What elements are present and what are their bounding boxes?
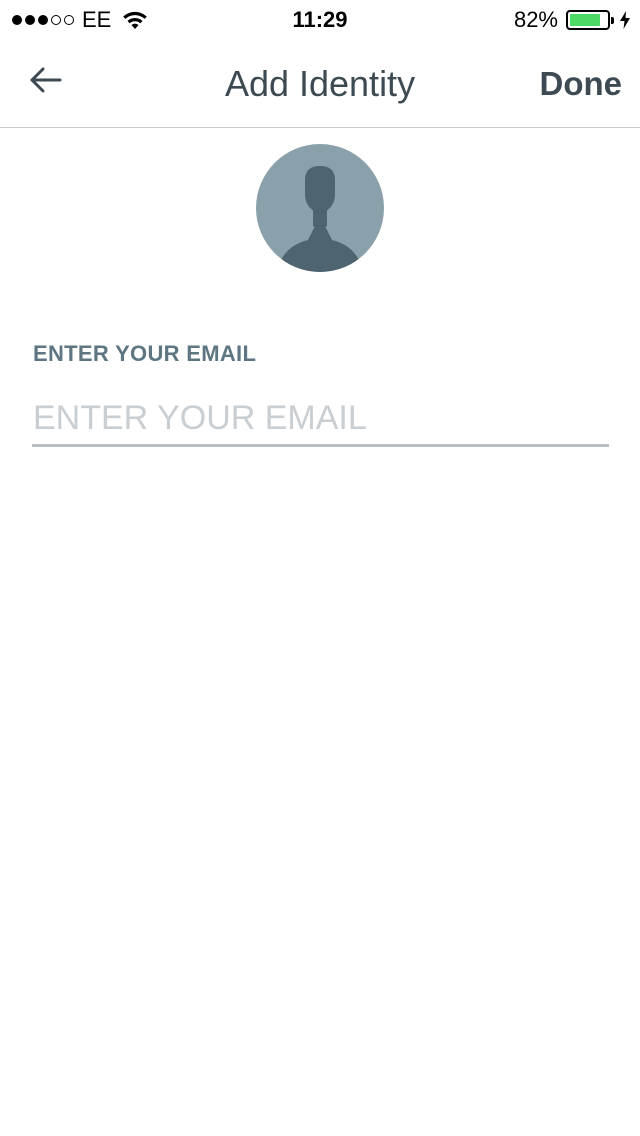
battery-percentage: 82% (513, 7, 558, 32)
charging-bolt-icon (620, 11, 630, 29)
battery-icon (566, 10, 614, 30)
navigation-bar: Add Identity Done (0, 40, 640, 128)
status-right: 82% (514, 6, 630, 34)
avatar[interactable] (256, 144, 384, 272)
status-bar: EE 11:29 82% (0, 0, 640, 40)
email-label: ENTER YOUR EMAIL (33, 341, 257, 366)
person-silhouette-icon (256, 144, 384, 272)
battery-level-fill (570, 14, 600, 26)
email-input[interactable] (32, 392, 609, 447)
done-button[interactable]: Done (540, 60, 623, 108)
